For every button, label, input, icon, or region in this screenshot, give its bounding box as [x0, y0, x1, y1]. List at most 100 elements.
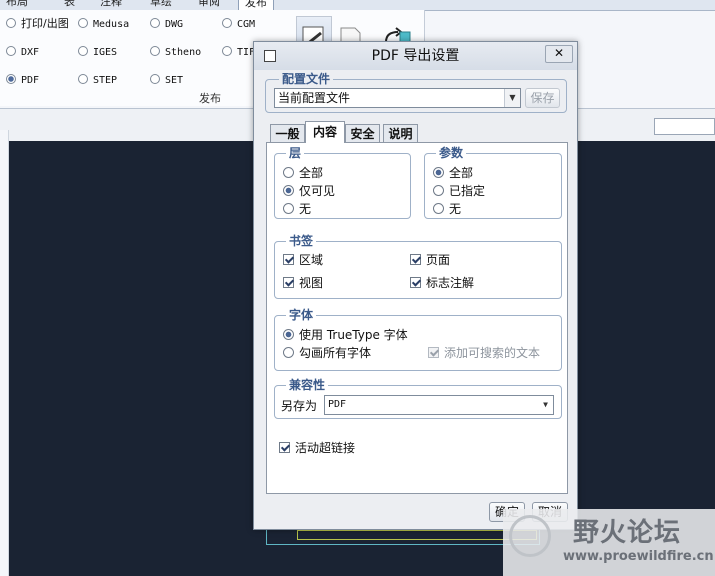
hyperlinks-checkbox[interactable]: 活动超链接 [279, 440, 355, 456]
option-label: 全部 [299, 166, 324, 180]
content-panel: 层 参数 书签 字体 使用 TrueType 字体 勾画所有字体 添加可搜索的文… [266, 142, 568, 494]
bookmark-option-3[interactable]: 标志注解 [410, 275, 474, 291]
layers-option-1[interactable]: 仅可见 [283, 183, 335, 199]
left-panel-edge[interactable] [0, 130, 9, 576]
format-option-dwg[interactable]: DWG [150, 16, 183, 32]
save-as-select[interactable]: PDF ▼ [324, 395, 554, 415]
radio[interactable] [6, 46, 16, 56]
format-label: IGES [93, 47, 118, 58]
close-icon: ✕ [553, 46, 565, 60]
checkbox[interactable] [283, 277, 294, 288]
params-option-0[interactable]: 全部 [433, 165, 473, 181]
checkbox[interactable] [410, 254, 421, 265]
searchable-text-checkbox[interactable]: 添加可搜索的文本 [428, 345, 540, 361]
dialog-title: PDF 导出设置 [371, 48, 460, 64]
bookmark-option-2[interactable]: 视图 [283, 275, 323, 291]
watermark: 野火论坛 www.proewildfire.cn [503, 509, 715, 576]
format-option-stheno[interactable]: Stheno [150, 44, 201, 60]
save-profile-button[interactable]: 保存 [525, 88, 560, 108]
format-option-dxf[interactable]: DXF [6, 44, 39, 60]
checkbox[interactable] [410, 277, 421, 288]
radio[interactable] [222, 18, 232, 28]
format-option-set[interactable]: SET [150, 72, 183, 88]
tab-general[interactable]: 一般 [270, 124, 305, 142]
tab-security[interactable]: 安全 [345, 124, 380, 142]
font-stroke-radio[interactable]: 勾画所有字体 [283, 345, 371, 361]
forum-logo-icon [509, 515, 551, 557]
format-option-medusa[interactable]: Medusa [78, 16, 129, 32]
params-legend: 参数 [436, 146, 467, 160]
checkbox-searchable[interactable] [428, 347, 439, 358]
tab-layout[interactable]: 布局 [6, 0, 28, 9]
tab-annotate[interactable]: 注释 [100, 0, 122, 9]
format-option-step[interactable]: STEP [78, 72, 117, 88]
radio[interactable] [283, 185, 294, 196]
hyperlinks-label: 活动超链接 [295, 441, 356, 455]
watermark-title: 野火论坛 [573, 518, 682, 548]
truetype-label: 使用 TrueType 字体 [299, 328, 408, 342]
format-option-tif[interactable]: TIF [222, 44, 255, 60]
radio[interactable] [78, 18, 88, 28]
radio-truetype[interactable] [283, 329, 294, 340]
tab-description[interactable]: 说明 [383, 124, 418, 142]
radio[interactable] [78, 46, 88, 56]
radio[interactable] [150, 18, 160, 28]
bookmark-label: 视图 [299, 276, 324, 290]
search-input[interactable] [654, 118, 715, 135]
title-block-strip [297, 530, 537, 540]
tab-sketch[interactable]: 草绘 [150, 0, 172, 9]
format-option-iges[interactable]: IGES [78, 44, 117, 60]
format-label: DWG [165, 19, 184, 30]
radio[interactable] [150, 46, 160, 56]
option-label: 已指定 [449, 184, 486, 198]
layers-option-0[interactable]: 全部 [283, 165, 323, 181]
radio[interactable] [283, 203, 294, 214]
params-option-2[interactable]: 无 [433, 201, 461, 217]
tab-publish[interactable]: 发布 [238, 0, 274, 10]
layers-legend: 层 [286, 146, 305, 160]
bookmark-option-0[interactable]: 区域 [283, 252, 323, 268]
radio[interactable] [433, 167, 444, 178]
radio-stroke[interactable] [283, 347, 294, 358]
option-label: 无 [299, 202, 312, 216]
searchable-label: 添加可搜索的文本 [444, 346, 541, 360]
pdf-export-dialog: PDF 导出设置 ✕ 配置文件 当前配置文件 ▼ 保存 一般 内容 安全 说明 … [253, 41, 578, 530]
radio[interactable] [6, 74, 16, 84]
format-label: CGM [237, 19, 256, 30]
option-label: 无 [449, 202, 462, 216]
radio[interactable] [6, 18, 16, 28]
layers-option-2[interactable]: 无 [283, 201, 311, 217]
tab-review[interactable]: 审阅 [198, 0, 220, 9]
bookmarks-legend: 书签 [286, 234, 317, 248]
profile-legend: 配置文件 [279, 72, 334, 86]
profile-select[interactable]: 当前配置文件 ▼ [274, 88, 521, 108]
radio[interactable] [78, 74, 88, 84]
format-option-pdf[interactable]: PDF [6, 72, 39, 88]
tab-content[interactable]: 内容 [305, 121, 345, 143]
chevron-down-icon[interactable]: ▼ [504, 89, 520, 107]
chevron-down-icon[interactable]: ▼ [538, 396, 553, 414]
radio[interactable] [222, 46, 232, 56]
checkbox[interactable] [283, 254, 294, 265]
bookmark-option-1[interactable]: 页面 [410, 252, 450, 268]
dialog-titlebar[interactable]: PDF 导出设置 ✕ [254, 42, 577, 70]
fonts-group: 字体 [274, 308, 562, 371]
close-button[interactable]: ✕ [545, 45, 573, 63]
format-label: PDF [21, 75, 40, 86]
profile-value: 当前配置文件 [278, 91, 351, 105]
font-truetype-radio[interactable]: 使用 TrueType 字体 [283, 327, 408, 343]
format-option-cgm[interactable]: CGM [222, 16, 255, 32]
format-label: Stheno [165, 47, 202, 58]
params-option-1[interactable]: 已指定 [433, 183, 485, 199]
save-as-value: PDF [328, 399, 347, 410]
radio[interactable] [433, 185, 444, 196]
tab-table[interactable]: 表 [64, 0, 75, 9]
fonts-legend: 字体 [286, 308, 317, 322]
radio[interactable] [283, 167, 294, 178]
radio[interactable] [433, 203, 444, 214]
format-label: SET [165, 75, 184, 86]
format-option-[interactable]: 打印/出图 [6, 16, 69, 32]
radio[interactable] [150, 74, 160, 84]
checkbox-hyperlinks[interactable] [279, 442, 290, 453]
group-label: 发布 [199, 92, 221, 105]
